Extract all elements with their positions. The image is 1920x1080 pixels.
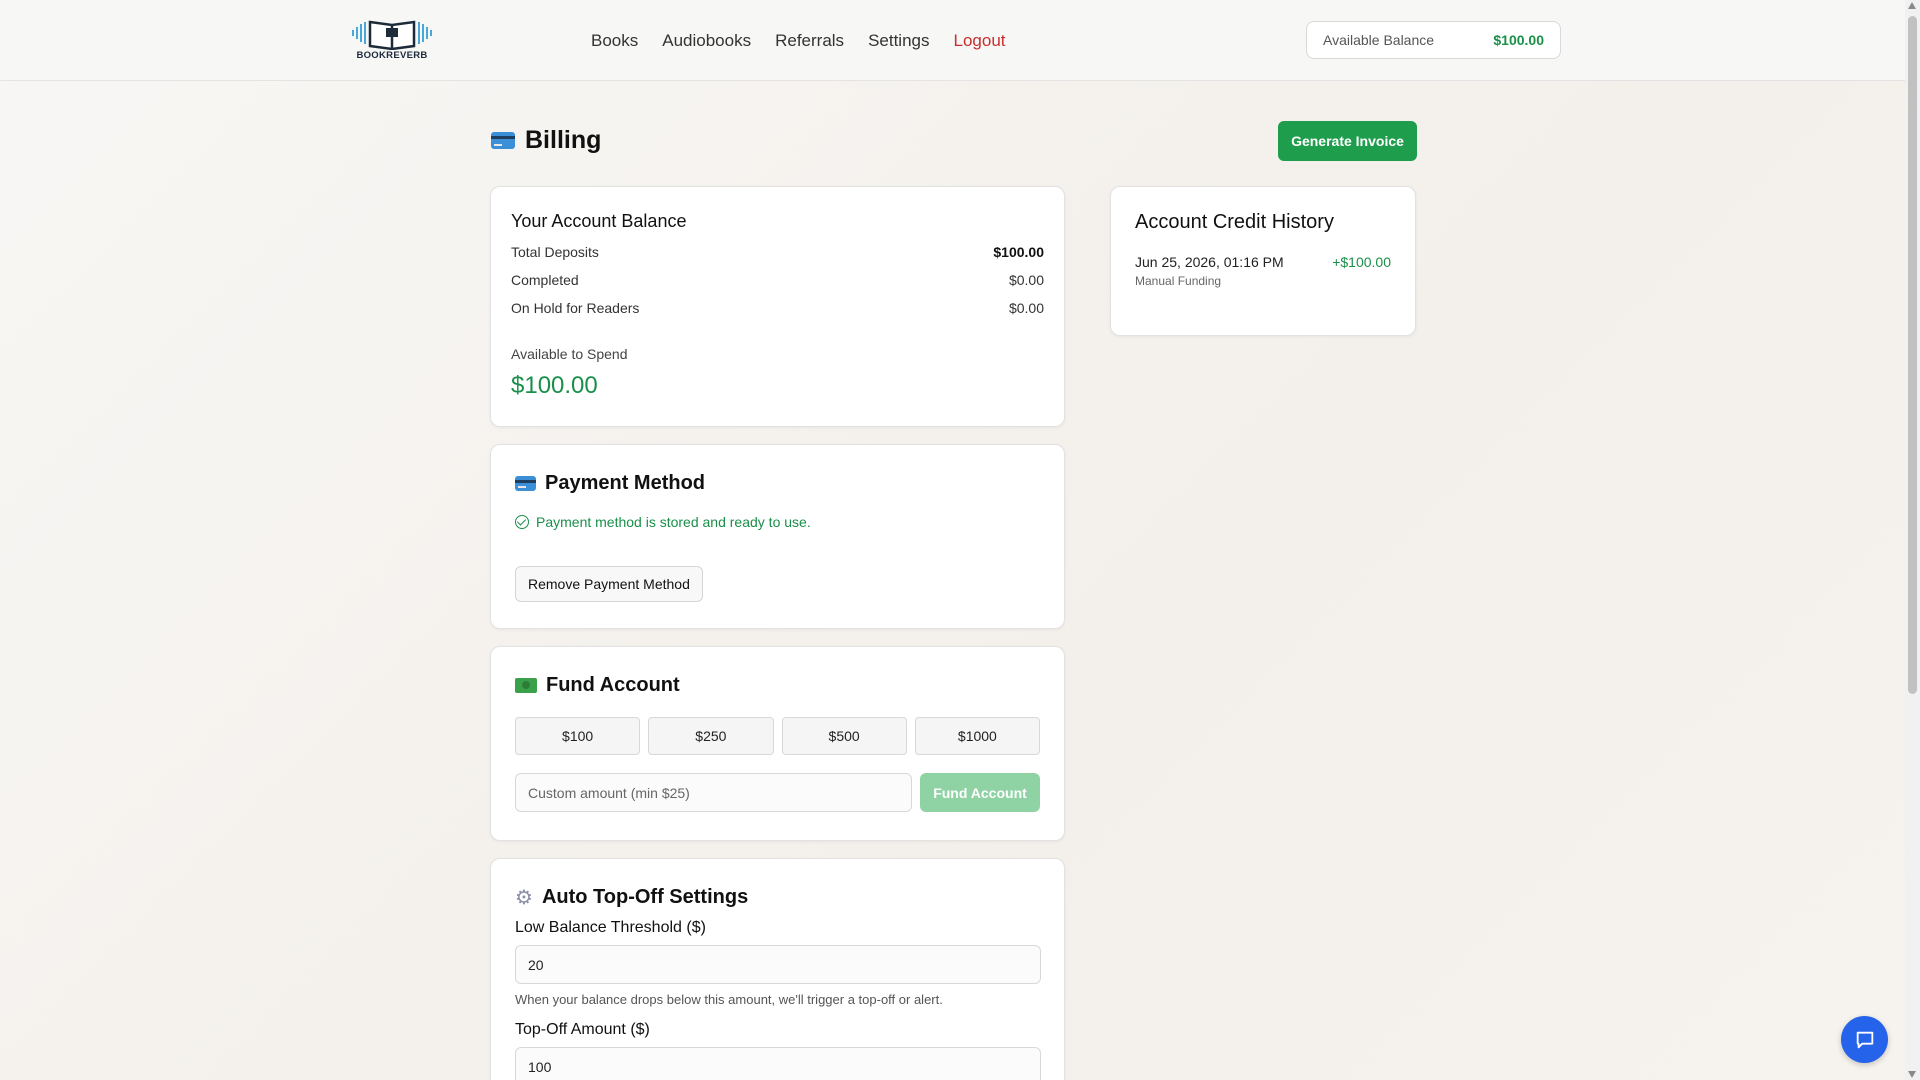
balance-row-total-deposits: Total Deposits $100.00 xyxy=(511,244,1044,260)
threshold-input[interactable] xyxy=(515,945,1041,984)
nav-audiobooks[interactable]: Audiobooks xyxy=(662,31,751,51)
payment-method-title: Payment Method xyxy=(515,472,1040,495)
amount-250-button[interactable]: $250 xyxy=(648,717,774,755)
balance-row-value: $0.00 xyxy=(1008,272,1044,288)
logo-text: BOOKREVERB xyxy=(356,50,428,61)
nav-logout[interactable]: Logout xyxy=(954,31,1006,51)
chat-icon xyxy=(1856,1031,1873,1048)
scrollbar-thumb[interactable] xyxy=(1908,16,1917,694)
payment-status: Payment method is stored and ready to us… xyxy=(515,514,1040,530)
history-date: Jun 25, 2026, 01:16 PM xyxy=(1135,254,1284,270)
nav-referrals[interactable]: Referrals xyxy=(775,31,844,51)
amount-100-button[interactable]: $100 xyxy=(515,717,641,755)
fund-account-card: Fund Account $100 $250 $500 $1000 Fund A… xyxy=(490,646,1065,841)
balance-row-label: On Hold for Readers xyxy=(511,300,640,316)
balance-row-completed: Completed $0.00 xyxy=(511,272,1044,288)
scroll-down-icon[interactable] xyxy=(1908,1071,1916,1078)
available-balance-value: $100.00 xyxy=(1493,32,1544,48)
nav-settings[interactable]: Settings xyxy=(868,31,929,51)
payment-method-title-text: Payment Method xyxy=(545,472,706,494)
available-to-spend-label: Available to Spend xyxy=(511,346,628,362)
remove-payment-method-button[interactable]: Remove Payment Method xyxy=(515,566,703,602)
balance-row-on-hold: On Hold for Readers $0.00 xyxy=(511,300,1044,316)
threshold-help: When your balance drops below this amoun… xyxy=(515,992,943,1007)
credit-history-card: Account Credit History Jun 25, 2026, 01:… xyxy=(1110,186,1416,336)
account-balance-title: Your Account Balance xyxy=(511,211,687,231)
payment-method-card: Payment Method Payment method is stored … xyxy=(490,444,1065,629)
custom-fund-row: Fund Account xyxy=(515,773,1040,812)
fund-account-button[interactable]: Fund Account xyxy=(920,773,1040,812)
available-to-spend-value: $100.00 xyxy=(511,372,598,399)
topoff-amount-label: Top-Off Amount ($) xyxy=(515,1021,650,1038)
history-type: Manual Funding xyxy=(1135,274,1222,288)
auto-topoff-card: ⚙ Auto Top-Off Settings Low Balance Thre… xyxy=(490,858,1065,1080)
logo-icon xyxy=(352,20,432,51)
bookreverb-logo[interactable]: BOOKREVERB xyxy=(350,16,434,62)
top-navbar: BOOKREVERB Books Audiobooks Referrals Se… xyxy=(0,0,1905,81)
auto-topoff-title-text: Auto Top-Off Settings xyxy=(541,886,749,908)
balance-row-label: Completed xyxy=(511,272,579,288)
check-circle-icon xyxy=(515,515,529,529)
history-amount: +$100.00 xyxy=(1332,254,1391,270)
fund-account-title: Fund Account xyxy=(515,674,1040,697)
amount-500-button[interactable]: $500 xyxy=(781,717,907,755)
cash-icon xyxy=(515,678,537,693)
credit-card-icon xyxy=(515,476,536,491)
main-nav: Books Audiobooks Referrals Settings Logo… xyxy=(591,0,1006,81)
page-title-text: Billing xyxy=(525,126,602,154)
fund-account-title-text: Fund Account xyxy=(546,674,680,696)
balance-row-value: $0.00 xyxy=(1008,300,1044,316)
available-balance-pill: Available Balance $100.00 xyxy=(1306,21,1561,59)
auto-topoff-title: ⚙ Auto Top-Off Settings xyxy=(515,886,1040,909)
scroll-up-icon[interactable] xyxy=(1908,2,1916,9)
custom-amount-input[interactable] xyxy=(515,773,912,812)
topoff-amount-input[interactable] xyxy=(515,1047,1041,1080)
nav-books[interactable]: Books xyxy=(591,31,638,51)
credit-history-item: Jun 25, 2026, 01:16 PM Manual Funding +$… xyxy=(1135,254,1391,288)
credit-card-icon xyxy=(491,132,515,149)
page-scrollbar[interactable] xyxy=(1905,0,1920,1080)
page-title: Billing xyxy=(491,126,601,155)
amount-1000-button[interactable]: $1000 xyxy=(914,717,1040,755)
payment-status-text: Payment method is stored and ready to us… xyxy=(536,514,811,530)
generate-invoice-button[interactable]: Generate Invoice xyxy=(1278,121,1417,161)
available-balance-label: Available Balance xyxy=(1323,32,1435,48)
gear-icon: ⚙ xyxy=(515,886,533,909)
preset-amounts: $100 $250 $500 $1000 xyxy=(515,717,1040,755)
chat-button[interactable] xyxy=(1841,1016,1888,1063)
threshold-label: Low Balance Threshold ($) xyxy=(515,919,706,936)
balance-row-label: Total Deposits xyxy=(511,244,599,260)
account-balance-card: Your Account Balance Total Deposits $100… xyxy=(490,186,1065,427)
balance-row-value: $100.00 xyxy=(993,244,1044,260)
credit-history-title: Account Credit History xyxy=(1135,211,1334,233)
